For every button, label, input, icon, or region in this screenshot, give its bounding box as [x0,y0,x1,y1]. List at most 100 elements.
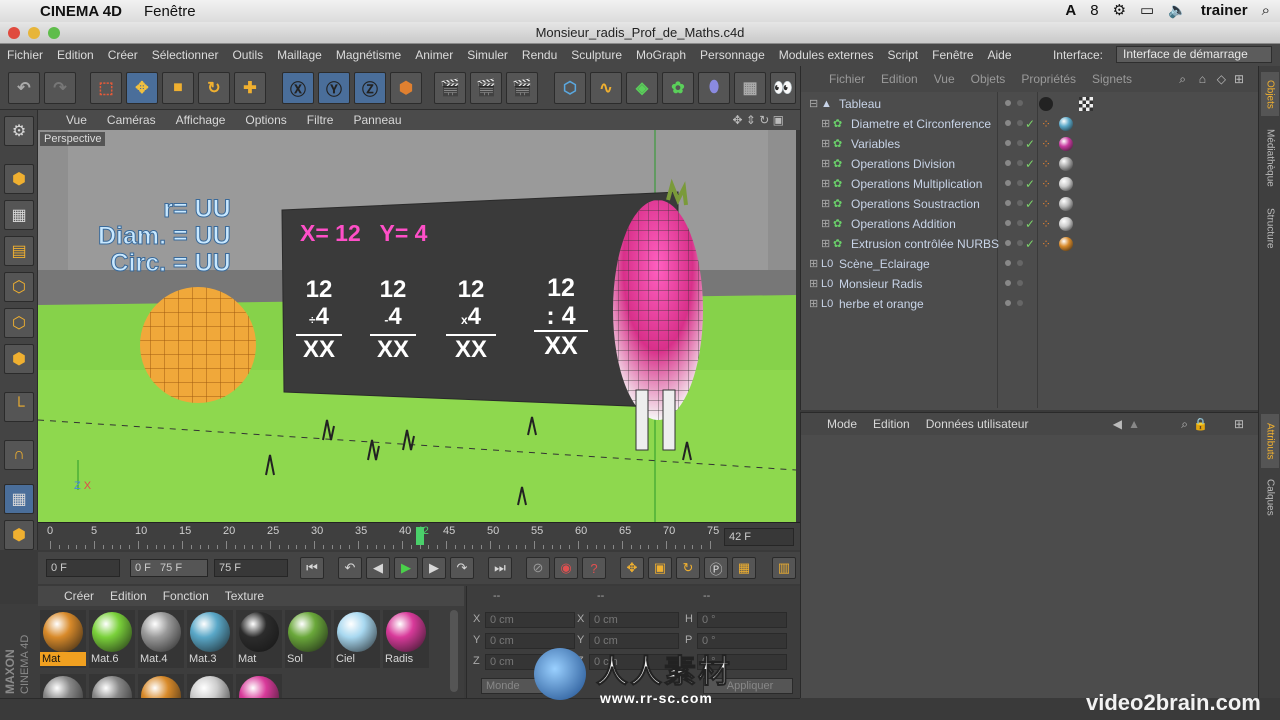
spline-icon[interactable]: ∿ [590,72,622,104]
timeline[interactable]: 05101520253035404245505560657075 42 F [38,522,800,550]
material-swatch-row2[interactable] [187,674,233,698]
texture-tag-icon[interactable]: ⁘ [1041,114,1051,134]
material-swatch[interactable]: Radis [383,610,429,668]
render-visibility-dot[interactable] [1017,100,1023,106]
prev-key-icon[interactable]: ↶ [338,557,362,579]
user-name[interactable]: trainer [1201,2,1248,19]
material-tag-icon[interactable] [1059,177,1073,191]
edges-mode-icon[interactable]: ⬡ [4,308,34,338]
object-row[interactable]: ⊞ ✿ Extrusion contrôlée NURBS ✓ ⁘ [801,234,1259,254]
3d-viewport[interactable]: Perspective r= UU Diam. = UU Circ. = UU … [38,130,796,522]
axis-mode-icon[interactable]: └ [4,392,34,422]
coord-field[interactable]: 0 ° [697,612,787,628]
render-visibility-dot[interactable] [1017,180,1023,186]
y-axis-icon[interactable]: Ⓨ [318,72,350,104]
material-tag-icon[interactable] [1059,117,1073,131]
editor-visibility-dot[interactable] [1005,160,1011,166]
object-row[interactable]: ⊞ L0 Scène_Eclairage [801,254,1259,274]
object-row[interactable]: ⊞ ✿ Operations Soustraction ✓ ⁘ [801,194,1259,214]
editor-visibility-dot[interactable] [1005,100,1011,106]
editor-visibility-dot[interactable] [1005,300,1011,306]
position-key-icon[interactable]: ✥ [620,557,644,579]
tab-structure[interactable]: Structure [1261,200,1279,256]
material-swatch-row2[interactable] [236,674,282,698]
render-visibility-dot[interactable] [1017,220,1023,226]
prev-frame-icon[interactable]: ◀ [366,557,390,579]
obj-new-panel-icon[interactable]: ⊞ [1226,72,1252,86]
viewport-menu-filtre[interactable]: Filtre [297,113,344,127]
texture-mode-icon[interactable]: ▦ [4,200,34,230]
lock-icon[interactable]: ⬢ [4,520,34,550]
window-menu[interactable]: Fenêtre [144,3,196,20]
editor-visibility-dot[interactable] [1005,180,1011,186]
range-slider[interactable]: 0 F 75 F [130,559,208,577]
redo-icon[interactable]: ↷ [44,72,76,104]
deformer-icon[interactable]: ⬮ [698,72,730,104]
menu-edition[interactable]: Edition [50,48,101,62]
goto-start-icon[interactable]: ⏮ [300,557,324,579]
attr-lock-icon[interactable]: 🔒 [1185,417,1216,431]
frame-display[interactable]: 42 F [724,528,794,546]
expand-icon[interactable]: ⊞ [821,234,830,254]
render-visibility-dot[interactable] [1017,160,1023,166]
attr-forward-icon[interactable]: ▲ [1120,417,1148,431]
points-mode-icon[interactable]: ⬡ [4,272,34,302]
enabled-check-icon[interactable]: ✓ [1025,134,1035,154]
mat-menu-texture[interactable]: Texture [217,589,272,603]
render-visibility-dot[interactable] [1017,200,1023,206]
material-swatch[interactable]: Mat.6 [89,610,135,668]
cube-icon[interactable]: ⬡ [554,72,586,104]
texture-tag-icon[interactable]: ⁘ [1041,154,1051,174]
record-keys-icon[interactable]: ⊘ [526,557,550,579]
param-key-icon[interactable]: Ⓟ [704,557,728,579]
viewport-nav-icons[interactable]: ✥ ⇕ ↻ ▣ [722,113,794,127]
render-picture-viewer-icon[interactable]: 🎬 [470,72,502,104]
next-frame-icon[interactable]: ▶ [422,557,446,579]
menu-outils[interactable]: Outils [225,48,270,62]
zoom-window-icon[interactable] [48,27,60,39]
viewport-menu-options[interactable]: Options [235,113,296,127]
texture-tag-icon[interactable]: ⁘ [1041,214,1051,234]
spotlight-icon[interactable]: ⌕ [1262,2,1270,19]
end-frame-field[interactable]: 75 F [214,559,288,577]
coord-field[interactable]: 0 cm [589,612,679,628]
viewport-menu-affichage[interactable]: Affichage [166,113,236,127]
polygons-mode-icon[interactable]: ⬢ [4,344,34,374]
texture-tag-icon[interactable]: ⁘ [1041,174,1051,194]
editor-visibility-dot[interactable] [1005,140,1011,146]
scale-key-icon[interactable]: ▣ [648,557,672,579]
material-tag-icon[interactable] [1059,137,1073,151]
render-visibility-dot[interactable] [1017,300,1023,306]
object-row[interactable]: ⊟ ▲ Tableau [801,94,1259,114]
material-tag-icon[interactable] [1059,197,1073,211]
menu-modules-externes[interactable]: Modules externes [772,48,881,62]
menu-sculpture[interactable]: Sculpture [564,48,629,62]
obj-menu-proprietes[interactable]: Propriétés [1013,72,1084,86]
adobe-icon[interactable]: A [1065,2,1076,19]
expand-icon[interactable]: ⊞ [821,134,830,154]
object-row[interactable]: ⊞ ✿ Diametre et Circonference ✓ ⁘ [801,114,1259,134]
menu-rendu[interactable]: Rendu [515,48,564,62]
render-visibility-dot[interactable] [1017,120,1023,126]
tools-icon[interactable]: ⚙ [1113,1,1126,19]
editor-visibility-dot[interactable] [1005,280,1011,286]
autokey-icon[interactable]: ◉ [554,557,578,579]
enabled-check-icon[interactable]: ✓ [1025,214,1035,234]
mat-menu-fonction[interactable]: Fonction [155,589,217,603]
menu-magnetisme[interactable]: Magnétisme [329,48,408,62]
menu-simuler[interactable]: Simuler [460,48,515,62]
timeline-window-icon[interactable]: ▥ [772,557,796,579]
move-icon[interactable]: ✥ [126,72,158,104]
material-swatch-row2[interactable] [138,674,184,698]
object-row[interactable]: ⊞ L0 herbe et orange [801,294,1259,314]
editor-visibility-dot[interactable] [1005,240,1011,246]
goto-end-icon[interactable]: ⏭ [488,557,512,579]
viewport-menu-cameras[interactable]: Caméras [97,113,166,127]
enabled-check-icon[interactable]: ✓ [1025,194,1035,214]
viewport-menu-vue[interactable]: Vue [38,113,97,127]
object-row[interactable]: ⊞ ✿ Variables ✓ ⁘ [801,134,1259,154]
tab-objets[interactable]: Objets [1261,72,1279,116]
menu-mograph[interactable]: MoGraph [629,48,693,62]
material-tag-icon[interactable] [1059,237,1073,251]
render-visibility-dot[interactable] [1017,260,1023,266]
